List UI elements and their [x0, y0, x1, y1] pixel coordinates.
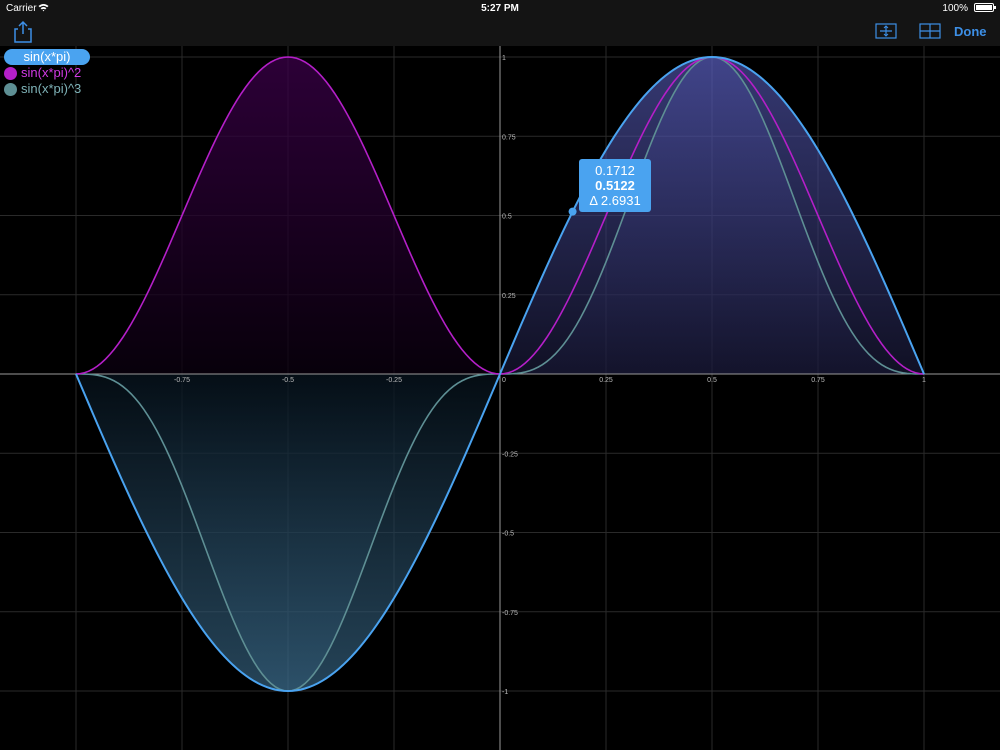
legend: sin(x*pi) sin(x*pi)^2 sin(x*pi)^3	[4, 49, 90, 97]
clock: 5:27 PM	[481, 3, 519, 14]
x-tick-label: -0.25	[386, 377, 402, 384]
legend-item-sin[interactable]: sin(x*pi)	[4, 49, 90, 65]
share-icon[interactable]	[12, 20, 34, 44]
battery-icon	[974, 3, 996, 12]
x-tick-label: 0.75	[811, 377, 825, 384]
battery-percent: 100%	[942, 3, 968, 14]
y-tick-label: 1	[502, 55, 506, 62]
toolbar: Done	[0, 18, 1000, 46]
tooltip-y: 0.5122	[595, 178, 635, 193]
trace-tooltip: 0.1712 0.5122 Δ 2.6931	[579, 159, 651, 212]
x-tick-label: -0.75	[174, 377, 190, 384]
trace-point	[568, 207, 577, 216]
y-tick-label: -0.5	[502, 531, 514, 538]
legend-label: sin(x*pi)^3	[21, 81, 82, 96]
legend-dot	[4, 83, 17, 96]
x-tick-label: -0.5	[282, 377, 294, 384]
y-tick-label: -0.75	[502, 610, 518, 617]
legend-label: sin(x*pi)^2	[21, 65, 82, 80]
y-tick-label: 0.5	[502, 214, 512, 221]
trace-marker	[568, 207, 577, 216]
fit-axes-icon[interactable]	[874, 22, 898, 40]
y-tick-label: -1	[502, 689, 508, 696]
legend-item-sin-squared[interactable]: sin(x*pi)^2	[4, 65, 90, 81]
legend-dot	[4, 67, 17, 80]
x-tick-label: 0.25	[599, 377, 613, 384]
legend-item-sin-cubed[interactable]: sin(x*pi)^3	[4, 81, 90, 97]
legend-label: sin(x*pi)	[23, 49, 71, 64]
y-tick-label: 0.75	[502, 134, 516, 141]
tooltip-delta: Δ 2.6931	[589, 193, 641, 208]
status-bar: Carrier 5:27 PM 100%	[0, 0, 1000, 18]
x-tick-label: 1	[922, 377, 926, 384]
x-tick-label: 0.5	[707, 377, 717, 384]
y-tick-label: -0.25	[502, 451, 518, 458]
split-view-icon[interactable]	[918, 22, 942, 40]
done-button[interactable]: Done	[954, 24, 987, 39]
tooltip-x: 0.1712	[595, 163, 635, 178]
x-tick-label: 0	[502, 377, 506, 384]
y-tick-label: 0.25	[502, 293, 516, 300]
graph-plot[interactable]: -0.75 -0.5 -0.25 0 0.25 0.5 0.75 1 1 0.75 0.5 0.25 -…	[0, 46, 1000, 750]
